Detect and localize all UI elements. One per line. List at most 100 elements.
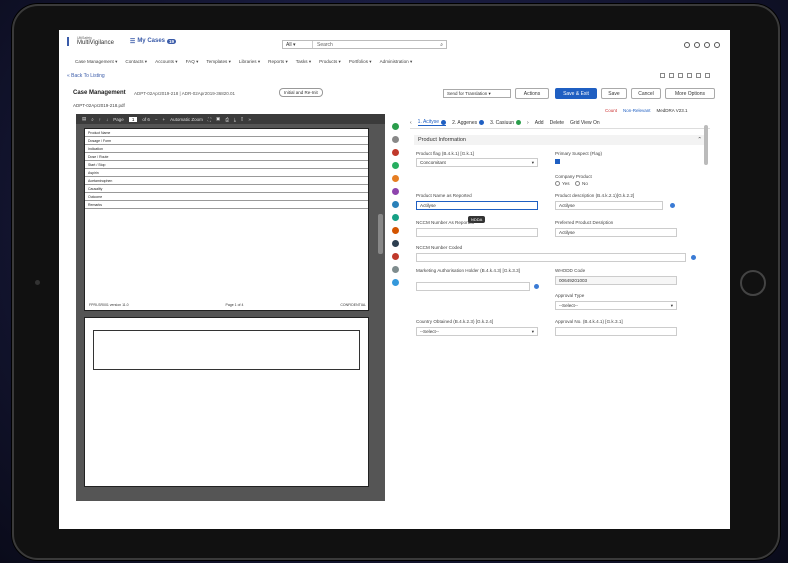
home-button[interactable] [740,270,766,296]
export-icon[interactable] [687,73,692,78]
settings-icon[interactable] [705,73,710,78]
nav-item[interactable]: Accounts ▾ [155,59,177,68]
delete-tab-button[interactable]: Delete [550,120,564,126]
status-chip[interactable]: Initial and Re-Init [279,88,323,97]
layout-icon[interactable] [669,73,674,78]
print-icon[interactable] [678,73,683,78]
settings-icon[interactable] [392,279,399,286]
grid-icon[interactable] [696,73,701,78]
tools-icon[interactable]: » [248,117,251,122]
pdf-scrollbar[interactable] [378,214,383,254]
preferred-input[interactable]: Actilyse [555,228,677,237]
count-link[interactable]: Count [605,108,617,113]
company-no-radio[interactable] [575,181,580,186]
add-tab-button[interactable]: Add [535,120,544,126]
logo[interactable]: UltiSafety MultiVigilance [74,36,114,46]
cancel-button[interactable]: Cancel [631,88,661,99]
home-icon[interactable] [684,42,690,48]
globe-icon[interactable] [392,201,399,208]
company-yes-radio[interactable] [555,181,560,186]
tab-product-1[interactable]: 1. Acityse [417,119,447,126]
mail-icon[interactable] [392,266,399,273]
zoom-in-icon[interactable]: + [162,117,165,122]
user-icon[interactable] [714,42,720,48]
zoom-out-icon[interactable]: − [155,117,158,122]
nav-item[interactable]: FAQ ▾ [186,59,199,68]
tag-icon[interactable] [392,188,399,195]
search-icon[interactable]: ⌕ [440,42,446,48]
nav-item[interactable]: Libraries ▾ [239,59,260,68]
save-exit-button[interactable]: Save & Exit [555,88,597,99]
nccm-coded-input[interactable] [416,253,686,262]
product-desc-input[interactable]: Actilyse [555,201,663,210]
meddra-link[interactable]: MedDRA V23.1 [657,108,688,113]
next-page-icon[interactable]: ↓ [106,117,108,122]
pdf-form-row: Remarks [85,201,368,209]
country-select[interactable]: --Select-- ▾ [416,327,538,336]
nccm-input[interactable] [416,228,538,237]
yes-label: Yes [562,181,570,186]
prev-page-icon[interactable]: ↑ [99,117,101,122]
alert-icon[interactable] [392,149,399,156]
nav-item[interactable]: Tasks ▾ [296,59,311,68]
document-icon[interactable] [392,253,399,260]
product-flag-select[interactable]: Concomitant ▾ [416,158,538,167]
save-button[interactable]: Save [601,88,627,99]
link-icon[interactable] [392,214,399,221]
info-icon[interactable] [691,255,696,260]
print-pdf-icon[interactable]: ⎙ [225,117,229,122]
my-cases-button[interactable]: ☰ My Cases 19 [130,38,177,45]
product-tabs: ‹ 1. Acityse 2. Aggenes 3. Casiuun › Add… [410,117,710,129]
plus-icon[interactable] [392,162,399,169]
back-to-listing-link[interactable]: « Back To Listing [67,73,105,79]
my-cases-count: 19 [167,38,177,44]
whodd-input[interactable]: 00649201003 [555,276,677,285]
tab-prev-icon[interactable]: ‹ [410,120,412,126]
check-icon[interactable] [392,123,399,130]
more-icon[interactable] [660,73,665,78]
nav-item[interactable]: Case Management ▾ [75,59,117,68]
tab-next-icon[interactable]: › [527,120,529,126]
page-number-input[interactable]: 1 [128,116,138,122]
zoom-select[interactable]: Automatic Zoom [170,117,203,122]
notification-icon[interactable] [694,42,700,48]
grid-view-toggle[interactable]: Grid View On [570,120,600,126]
fullscreen-icon[interactable]: ⛶ [208,117,211,122]
nav-item[interactable]: Contacts ▾ [125,59,147,68]
nav-item[interactable]: Reports ▾ [268,59,288,68]
sub-links: Count Non-Relevant MedDRA V23.1 [605,108,688,113]
non-relevant-link[interactable]: Non-Relevant [623,108,651,113]
flag-icon[interactable] [392,175,399,182]
name-as-reported-input[interactable]: Actilyse [416,201,538,210]
info-icon[interactable] [670,203,675,208]
send-translation-select[interactable]: Send for Translation ▾ [443,89,511,98]
logo-icon [67,36,74,46]
user-icon[interactable] [392,240,399,247]
approval-type-select[interactable]: --Select-- ▾ [555,301,677,310]
approval-no-input[interactable] [555,327,677,336]
nav-item[interactable]: Templates ▾ [206,59,231,68]
search-scope-select[interactable]: All ▾ [283,41,313,48]
shield-icon[interactable] [392,227,399,234]
panel-scrollbar[interactable] [704,125,708,165]
info-icon[interactable] [534,284,539,289]
nav-item[interactable]: Portfolios ▾ [349,59,372,68]
actions-button[interactable]: Actions [515,88,549,99]
nav-item[interactable]: Products ▾ [319,59,341,68]
more-options-button[interactable]: More Options [665,88,715,99]
tab-product-3[interactable]: 3. Casiuun [490,120,522,126]
mah-input[interactable] [416,282,530,291]
download-icon[interactable]: ⤓ [234,117,236,122]
collapse-icon[interactable]: ⌃ [697,137,702,143]
primary-suspect-checkbox[interactable] [555,159,560,164]
search-input[interactable]: Search [313,42,440,48]
tab-product-2[interactable]: 2. Aggenes [452,120,485,126]
nav-item[interactable]: Administration ▾ [380,59,413,68]
sidebar-toggle-icon[interactable]: ▤ [82,116,86,122]
open-icon[interactable]: ▣ [216,116,220,122]
find-icon[interactable]: ⌕ [91,117,94,122]
clock-icon[interactable] [392,136,399,143]
help-icon[interactable] [704,42,710,48]
section-header[interactable]: Product Information ⌃ [414,135,706,145]
bookmark-icon[interactable]: ▯ [241,116,243,122]
